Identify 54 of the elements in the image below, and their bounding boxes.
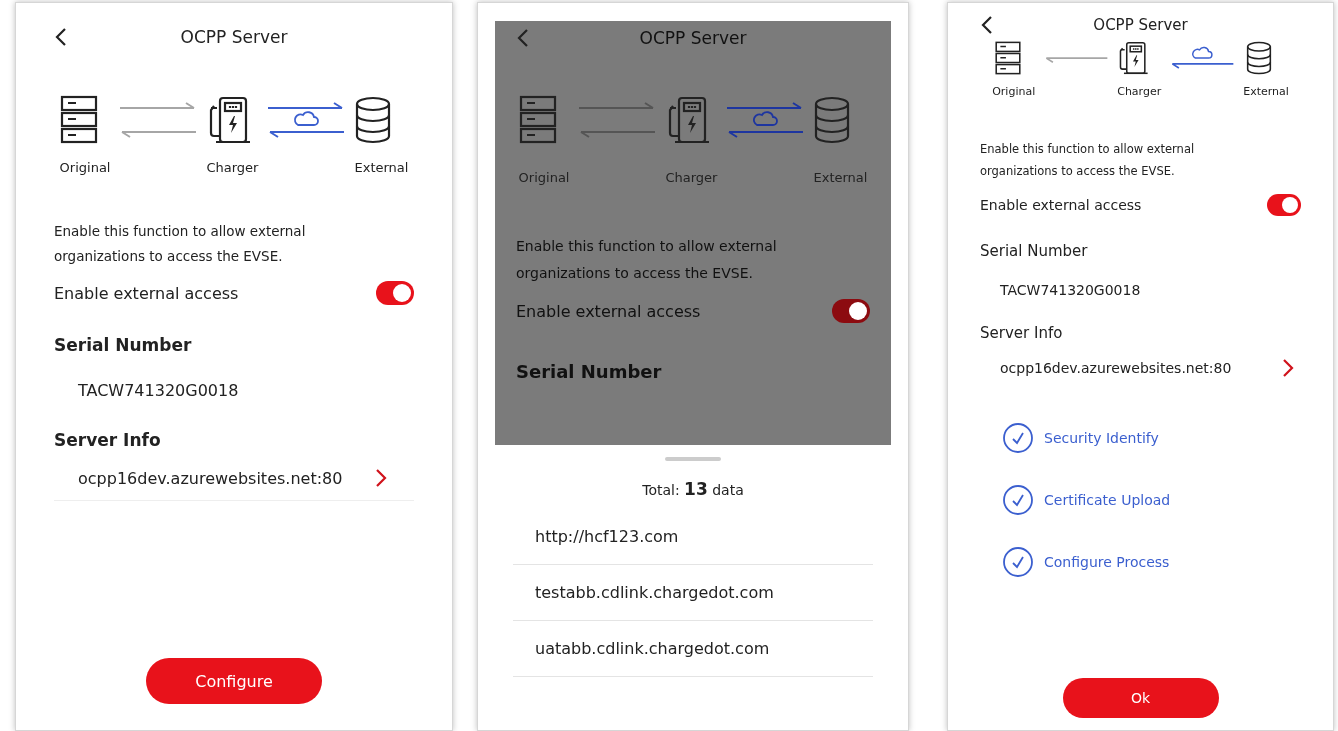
toggle-switch[interactable] xyxy=(376,281,414,305)
screen-title: OCPP Server xyxy=(1092,16,1189,34)
diagram-label: Charger xyxy=(206,160,259,175)
diagram-label: Charger xyxy=(665,170,718,185)
total-count: Total: 13 data xyxy=(641,479,745,499)
section-heading: Server Info xyxy=(54,430,162,450)
ev-charger-icon xyxy=(1117,41,1150,75)
primary-button[interactable]: Ok xyxy=(1062,678,1219,718)
diagram-label: Charger xyxy=(1117,85,1162,98)
database-icon xyxy=(813,95,852,144)
section-heading: Serial Number xyxy=(980,242,1089,260)
back-icon xyxy=(980,15,994,35)
back-icon xyxy=(54,27,68,47)
diagram-label: Original xyxy=(59,160,111,175)
diagram-label: External xyxy=(1243,85,1289,98)
serial-number: TACW741320G0018 xyxy=(78,381,240,400)
description-text: Enable this function to allow external organizations to access the EVSE. xyxy=(54,222,307,266)
section-heading: Serial Number xyxy=(54,335,193,355)
server-option[interactable]: http://hcf123.com xyxy=(513,509,873,565)
screen-title: OCPP Server xyxy=(179,27,289,47)
back-button[interactable] xyxy=(54,27,68,47)
section-heading: Server Info xyxy=(980,324,1064,342)
section-heading: Serial Number xyxy=(516,361,663,382)
server-info-row[interactable]: ocpp16dev.azurewebsites.net:80 xyxy=(980,342,1301,378)
step-label: Security Identify xyxy=(1044,430,1159,446)
toggle-switch[interactable] xyxy=(1267,194,1301,216)
server-option[interactable]: uatabb.cdlink.chargedot.com xyxy=(513,621,873,677)
server-icon xyxy=(518,95,557,144)
server-icon xyxy=(59,95,98,144)
toggle-label: Enable external access xyxy=(980,197,1142,213)
toggle-label: Enable external access xyxy=(54,283,239,303)
diagram-label: Original xyxy=(992,85,1036,98)
back-icon xyxy=(516,28,530,48)
sheet-handle[interactable] xyxy=(665,457,721,461)
primary-button[interactable]: Configure xyxy=(146,658,322,704)
description-text: Enable this function to allow external organizations to access the EVSE. xyxy=(516,237,778,283)
database-icon xyxy=(354,95,393,144)
step-label: Configure Process xyxy=(1044,554,1170,570)
chevron-right-icon xyxy=(1281,358,1295,378)
chevron-right-icon xyxy=(374,468,388,488)
diagram-label: Original xyxy=(518,170,570,185)
serial-number: TACW741320G0018 xyxy=(1000,282,1142,298)
server-address: ocpp16dev.azurewebsites.net:80 xyxy=(78,468,343,488)
diagram-label: External xyxy=(813,170,868,185)
server-option[interactable]: testabb.cdlink.chargedot.com xyxy=(513,565,873,621)
toggle-switch[interactable] xyxy=(832,299,870,323)
server-address: ocpp16dev.azurewebsites.net:80 xyxy=(1000,360,1232,376)
step-label: Certificate Upload xyxy=(1044,492,1171,508)
diagram-label: External xyxy=(354,160,409,175)
screen-title: OCPP Server xyxy=(638,28,748,48)
description-text: Enable this function to allow external organizations to access the EVSE. xyxy=(980,141,1196,180)
server-info-row[interactable]: ocpp16dev.azurewebsites.net:80 xyxy=(54,450,414,501)
toggle-label: Enable external access xyxy=(516,301,701,321)
back-button[interactable] xyxy=(980,15,994,35)
